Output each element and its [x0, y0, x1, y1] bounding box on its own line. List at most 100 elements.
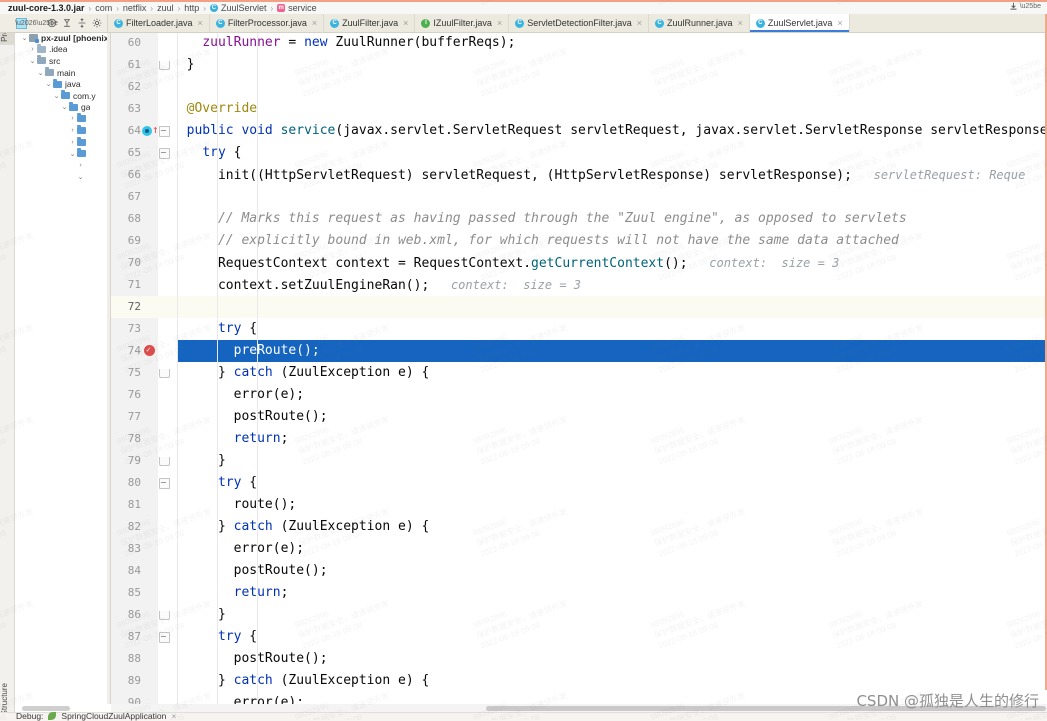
code-text[interactable]: try {	[171, 318, 257, 340]
tree-node-java[interactable]: ⌄ java	[14, 78, 110, 90]
chevron-right-icon[interactable]: ›	[68, 115, 77, 122]
code-line-70[interactable]: 70 RequestContext context = RequestConte…	[111, 252, 1047, 274]
code-text[interactable]: // Marks this request as having passed t…	[171, 208, 907, 230]
dropdown-arrow-icon[interactable]: \u2026\u25be	[15, 18, 58, 29]
fold-end-icon[interactable]	[158, 456, 170, 466]
code-line-80[interactable]: 80 try {	[111, 472, 1047, 494]
code-text[interactable]: zuulRunner = new ZuulRunner(bufferReqs);	[171, 32, 515, 54]
gutter-marker-area[interactable]	[141, 296, 158, 318]
tree-node-com.y[interactable]: ⌄ com.y	[14, 90, 110, 102]
chevron-down-icon[interactable]: ⌄	[20, 34, 29, 42]
code-line-78[interactable]: 78 return;	[111, 428, 1047, 450]
code-text[interactable]: // explicitly bound in web.xml, for whic…	[171, 230, 899, 252]
chevron-down-icon[interactable]: ⌄	[44, 80, 53, 88]
code-folding-control[interactable]	[157, 626, 171, 648]
code-folding-control[interactable]	[157, 208, 171, 230]
gutter-marker-area[interactable]	[141, 516, 158, 538]
code-line-63[interactable]: 63 @Override	[111, 98, 1047, 120]
gutter-marker-area[interactable]	[141, 252, 158, 274]
gutter-marker-area[interactable]	[141, 208, 158, 230]
gutter-marker-area[interactable]	[141, 32, 158, 54]
code-line-75[interactable]: 75 } catch (ZuulException e) {	[111, 362, 1047, 384]
settings-gear-icon[interactable]	[91, 18, 102, 29]
code-folding-control[interactable]	[157, 142, 171, 164]
code-folding-control[interactable]	[157, 252, 171, 274]
tree-node-main[interactable]: ⌄ main	[14, 67, 110, 79]
code-line-69[interactable]: 69 // explicitly bound in web.xml, for w…	[111, 230, 1047, 252]
tab-list[interactable]: C FilterLoader.java × C FilterProcessor.java…	[108, 14, 850, 32]
close-icon[interactable]: ×	[171, 711, 176, 721]
expand-icon[interactable]	[76, 18, 87, 29]
sort-icon[interactable]	[61, 18, 72, 29]
code-folding-control[interactable]	[157, 32, 171, 54]
breadcrumb-item-3[interactable]: zuul	[153, 3, 178, 13]
code-line-60[interactable]: 60 zuulRunner = new ZuulRunner(bufferReq…	[111, 32, 1047, 54]
code-folding-control[interactable]	[157, 494, 171, 516]
gutter-marker-area[interactable]	[141, 186, 158, 208]
code-folding-control[interactable]	[157, 538, 171, 560]
code-line-81[interactable]: 81 route();	[111, 494, 1047, 516]
code-folding-control[interactable]	[157, 384, 171, 406]
tab-close-icon[interactable]: ×	[637, 18, 642, 28]
code-text[interactable]: preRoute();	[171, 340, 1047, 362]
code-text[interactable]: error(e);	[171, 538, 304, 560]
gutter-marker-area[interactable]	[141, 164, 158, 186]
code-text[interactable]: postRoute();	[171, 648, 328, 670]
chevron-down-icon[interactable]: ⌄	[68, 150, 77, 158]
code-folding-control[interactable]	[157, 340, 171, 362]
debug-tool-window-bar[interactable]: Debug: SpringCloudZuulApplication ×	[0, 711, 1047, 721]
code-text[interactable]: error(e);	[171, 384, 304, 406]
code-text[interactable]: postRoute();	[171, 406, 328, 428]
breadcrumb-item-5[interactable]: C ZuulServlet	[206, 3, 271, 13]
tree-node-11[interactable]: ›	[14, 160, 110, 172]
gutter-marker-area[interactable]	[141, 76, 158, 98]
code-text[interactable]: init((HttpServletRequest) servletRequest…	[171, 164, 1025, 186]
gutter-marker-area[interactable]	[141, 318, 158, 340]
code-line-68[interactable]: 68 // Marks this request as having passe…	[111, 208, 1047, 230]
code-line-77[interactable]: 77 postRoute();	[111, 406, 1047, 428]
code-line-85[interactable]: 85 return;	[111, 582, 1047, 604]
code-folding-control[interactable]	[157, 560, 171, 582]
tab-close-icon[interactable]: ×	[738, 18, 743, 28]
code-text[interactable]: } catch (ZuulException e) {	[171, 670, 429, 692]
code-line-76[interactable]: 76 error(e);	[111, 384, 1047, 406]
code-line-82[interactable]: 82 } catch (ZuulException e) {	[111, 516, 1047, 538]
tree-node-8[interactable]: ›	[14, 125, 110, 137]
fold-collapse-icon[interactable]	[158, 631, 170, 643]
override-method-icon[interactable]	[142, 126, 152, 136]
code-text[interactable]: RequestContext context = RequestContext.…	[171, 252, 839, 274]
code-folding-control[interactable]	[157, 516, 171, 538]
code-line-67[interactable]: 67	[111, 186, 1047, 208]
code-folding-control[interactable]	[157, 428, 171, 450]
code-folding-control[interactable]	[157, 604, 171, 626]
code-text[interactable]: return;	[171, 428, 289, 450]
code-text[interactable]: } catch (ZuulException e) {	[171, 362, 429, 384]
code-line-64[interactable]: 64↑ public void service(javax.servlet.Se…	[111, 120, 1047, 142]
code-line-86[interactable]: 86 }	[111, 604, 1047, 626]
code-folding-control[interactable]	[157, 296, 171, 318]
code-text[interactable]: } catch (ZuulException e) {	[171, 516, 429, 538]
code-folding-control[interactable]	[157, 186, 171, 208]
code-folding-control[interactable]	[157, 648, 171, 670]
code-folding-control[interactable]	[157, 670, 171, 692]
collapse-icon[interactable]	[46, 18, 57, 29]
breadcrumb-item-6[interactable]: m service	[273, 3, 321, 13]
fold-collapse-icon[interactable]	[158, 147, 170, 159]
code-folding-control[interactable]	[157, 318, 171, 340]
code-editor[interactable]: 60 zuulRunner = new ZuulRunner(bufferReq…	[111, 32, 1047, 704]
gutter-marker-area[interactable]: ↑	[141, 120, 159, 142]
gutter-marker-area[interactable]	[141, 560, 158, 582]
fold-end-icon[interactable]	[158, 610, 170, 620]
code-folding-control[interactable]	[157, 230, 171, 252]
code-line-62[interactable]: 62	[111, 76, 1047, 98]
gutter-marker-area[interactable]	[141, 54, 158, 76]
gutter-marker-area[interactable]	[141, 362, 158, 384]
breadcrumb-item-0[interactable]: zuul-core-1.3.0.jar	[4, 3, 89, 13]
code-text[interactable]: route();	[171, 494, 297, 516]
code-line-89[interactable]: 89 } catch (ZuulException e) {	[111, 670, 1047, 692]
tab-zuulrunner[interactable]: C ZuulRunner.java ×	[649, 14, 750, 32]
fold-end-icon[interactable]	[158, 60, 170, 70]
gutter-marker-area[interactable]	[141, 648, 158, 670]
gutter-marker-area[interactable]	[141, 494, 158, 516]
tab-close-icon[interactable]: ×	[403, 18, 408, 28]
